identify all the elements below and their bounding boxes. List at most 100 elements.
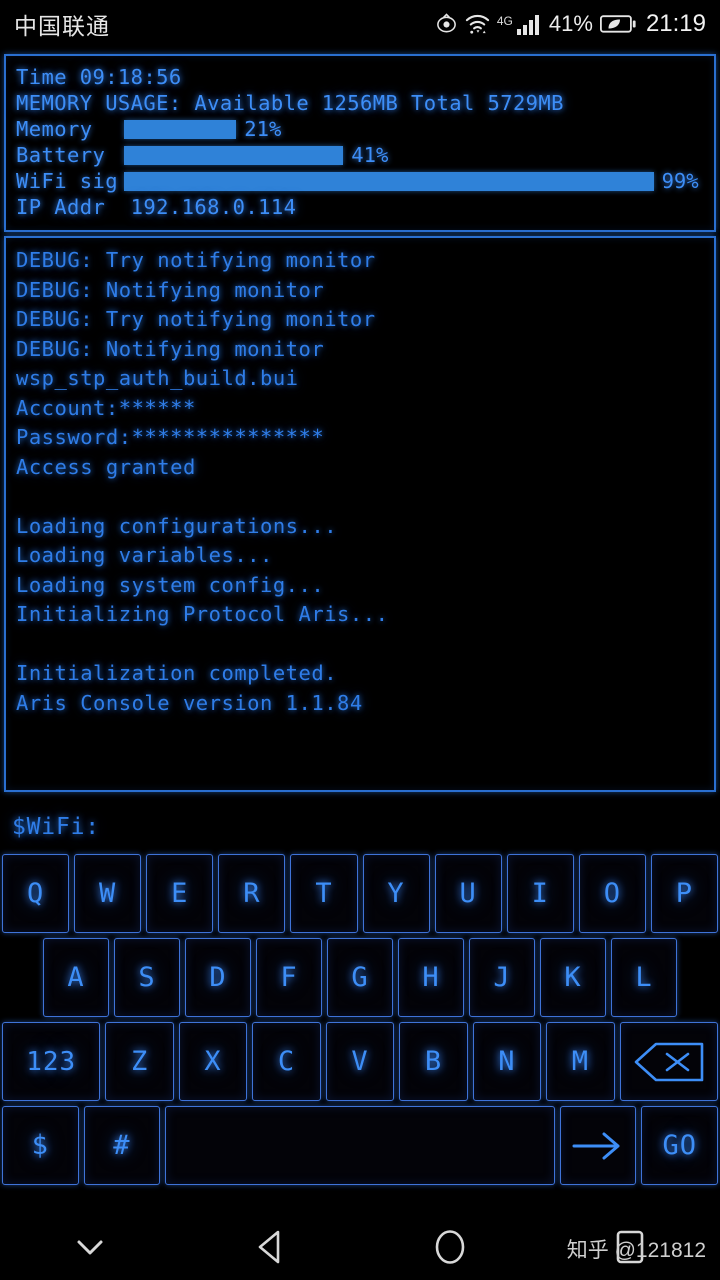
virtual-keyboard[interactable]: Q W E R T Y U I O P A S D F G H J K L 123 Z X C V B N M $ # GO: [0, 854, 720, 1185]
key-arrow-right[interactable]: [559, 1106, 637, 1185]
key-b[interactable]: B: [399, 1022, 468, 1101]
clock-label: 21:19: [645, 10, 706, 37]
key-c[interactable]: C: [252, 1022, 321, 1101]
key-s[interactable]: S: [114, 938, 180, 1017]
backspace-icon: [634, 1042, 704, 1081]
key-go[interactable]: GO: [641, 1106, 718, 1185]
key-label: C: [277, 1046, 296, 1077]
key-y[interactable]: Y: [362, 854, 430, 933]
key-f[interactable]: F: [256, 938, 322, 1017]
key-j[interactable]: J: [469, 938, 535, 1017]
key-label: K: [564, 962, 582, 993]
battery-powersave-icon: [599, 14, 636, 34]
watermark-label: 知乎 @121812: [566, 1239, 706, 1262]
command-prompt[interactable]: $WiFi:: [0, 792, 720, 854]
system-navigation-bar[interactable]: 知乎 @121812: [0, 1218, 720, 1280]
key-backspace[interactable]: [619, 1022, 719, 1101]
console-line: Loading system config...: [16, 572, 325, 597]
key-r[interactable]: R: [218, 854, 286, 933]
meter-track: [123, 145, 344, 165]
key-numeric-switch[interactable]: 123: [1, 1022, 101, 1101]
key-label: U: [459, 878, 477, 909]
key-g[interactable]: G: [327, 938, 393, 1017]
key-v[interactable]: V: [325, 1022, 395, 1101]
key-label: N: [498, 1046, 516, 1077]
console-line: DEBUG: Notifying monitor: [16, 277, 325, 302]
key-label: A: [67, 962, 85, 993]
key-label: J: [493, 962, 511, 993]
key-d[interactable]: D: [185, 938, 251, 1017]
key-label: H: [422, 962, 440, 993]
key-l[interactable]: L: [611, 938, 677, 1017]
meter-fill: [123, 119, 237, 139]
key-label: F: [280, 962, 298, 993]
home-button[interactable]: [360, 1228, 540, 1270]
key-label: L: [635, 962, 653, 993]
status-bar: 中国联通 4G 41% 21:19: [0, 0, 720, 48]
key-label: B: [424, 1046, 443, 1077]
memory-usage-line: MEMORY USAGE: Available 1256MB Total 572…: [16, 91, 564, 115]
prompt-label: $WiFi:: [12, 814, 100, 840]
key-o[interactable]: O: [578, 854, 646, 933]
key-dollar[interactable]: $: [2, 1106, 79, 1185]
key-label: P: [675, 878, 694, 909]
key-label: 123: [26, 1046, 77, 1077]
key-space[interactable]: [165, 1106, 555, 1185]
key-label: Z: [130, 1046, 149, 1077]
key-label: D: [209, 962, 227, 993]
meter-track: [123, 171, 654, 191]
meter-label: WiFi sig: [16, 169, 118, 193]
console-line: Password:***************: [16, 425, 325, 449]
meter-fill: [123, 145, 344, 165]
key-a[interactable]: A: [43, 938, 109, 1017]
key-label: GO: [662, 1130, 697, 1161]
key-label: V: [351, 1046, 369, 1077]
console-line: Initialization completed.: [16, 661, 338, 685]
key-label: $: [31, 1130, 49, 1161]
key-k[interactable]: K: [540, 938, 606, 1017]
console-line: DEBUG: Try notifying monitor: [16, 307, 376, 331]
key-e[interactable]: E: [146, 854, 214, 933]
status-icons: 4G 41% 21:19: [435, 10, 706, 38]
key-label: E: [171, 878, 189, 909]
key-i[interactable]: I: [506, 854, 574, 933]
console-lines: DEBUG: Try notifying monitor DEBUG: Notif…: [16, 246, 704, 718]
key-label: W: [99, 878, 117, 909]
back-button[interactable]: [180, 1229, 360, 1269]
key-label: M: [571, 1046, 590, 1077]
battery-percent-label: 41%: [548, 11, 593, 36]
chevron-down-icon: [72, 1236, 108, 1262]
hide-keyboard-button[interactable]: [0, 1236, 180, 1262]
back-triangle-icon: [253, 1229, 287, 1269]
key-t[interactable]: T: [290, 854, 358, 933]
meter-value: 41%: [351, 143, 389, 167]
key-hash[interactable]: #: [83, 1106, 161, 1185]
meter-track: [123, 119, 237, 139]
key-m[interactable]: M: [546, 1022, 615, 1101]
meter-row: Battery 41%: [16, 142, 704, 168]
meter-value: 21%: [244, 117, 282, 141]
console-line: DEBUG: Try notifying monitor: [16, 248, 376, 272]
key-label: X: [204, 1046, 222, 1077]
keyboard-row-4: $ # GO: [2, 1106, 718, 1185]
key-label: G: [351, 962, 369, 993]
key-n[interactable]: N: [472, 1022, 542, 1101]
console-line: Account:******: [16, 395, 196, 420]
key-label: O: [603, 878, 621, 909]
console-output-panel[interactable]: DEBUG: Try notifying monitor DEBUG: Notif…: [4, 236, 716, 792]
home-circle-icon: [433, 1228, 467, 1270]
key-h[interactable]: H: [398, 938, 464, 1017]
meters-group: Memory 21% Battery 41% WiFi sig 99%: [16, 116, 704, 194]
carrier-label: 中国联通: [14, 13, 110, 39]
key-label: S: [138, 962, 156, 993]
wifi-icon: [465, 13, 490, 35]
keyboard-row-3: 123 Z X C V B N M: [1, 1022, 719, 1101]
key-u[interactable]: U: [434, 854, 502, 933]
key-x[interactable]: X: [178, 1022, 248, 1101]
key-q[interactable]: Q: [2, 854, 70, 933]
key-p[interactable]: P: [650, 854, 718, 933]
key-w[interactable]: W: [74, 854, 142, 933]
key-z[interactable]: Z: [105, 1022, 174, 1101]
